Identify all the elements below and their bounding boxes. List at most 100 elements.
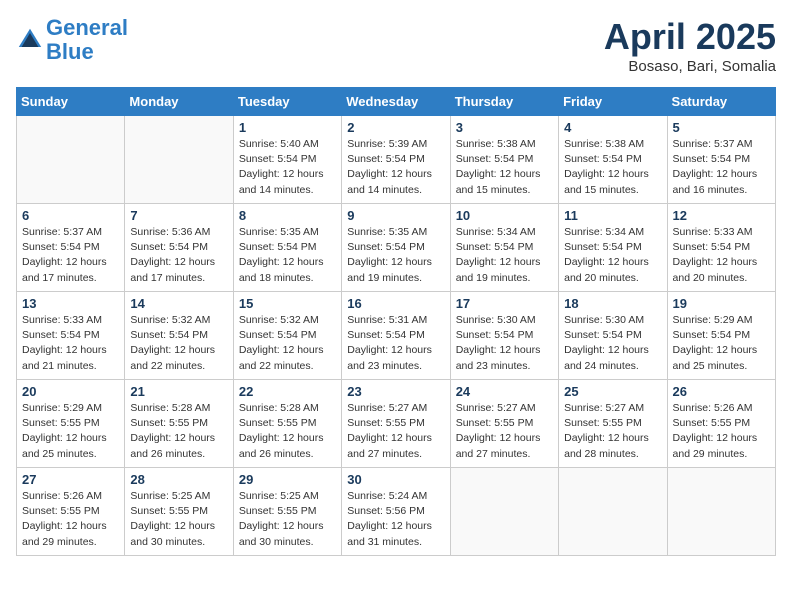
header-sunday: Sunday	[17, 88, 125, 116]
logo-icon	[16, 26, 44, 54]
calendar-week-1: 1 Sunrise: 5:40 AM Sunset: 5:54 PM Daylig…	[17, 116, 776, 204]
day-number: 22	[239, 384, 336, 399]
day-info: Sunrise: 5:40 AM Sunset: 5:54 PM Dayligh…	[239, 137, 336, 198]
day-number: 14	[130, 296, 227, 311]
header-thursday: Thursday	[450, 88, 558, 116]
day-number: 26	[673, 384, 770, 399]
day-number: 4	[564, 120, 661, 135]
day-number: 21	[130, 384, 227, 399]
day-info: Sunrise: 5:34 AM Sunset: 5:54 PM Dayligh…	[456, 225, 553, 286]
calendar-cell: 12 Sunrise: 5:33 AM Sunset: 5:54 PM Dayli…	[667, 204, 775, 292]
day-info: Sunrise: 5:27 AM Sunset: 5:55 PM Dayligh…	[347, 401, 444, 462]
calendar-cell	[450, 468, 558, 556]
day-info: Sunrise: 5:27 AM Sunset: 5:55 PM Dayligh…	[564, 401, 661, 462]
day-info: Sunrise: 5:38 AM Sunset: 5:54 PM Dayligh…	[564, 137, 661, 198]
day-info: Sunrise: 5:32 AM Sunset: 5:54 PM Dayligh…	[130, 313, 227, 374]
day-number: 24	[456, 384, 553, 399]
day-info: Sunrise: 5:36 AM Sunset: 5:54 PM Dayligh…	[130, 225, 227, 286]
day-info: Sunrise: 5:28 AM Sunset: 5:55 PM Dayligh…	[239, 401, 336, 462]
day-number: 5	[673, 120, 770, 135]
day-info: Sunrise: 5:37 AM Sunset: 5:54 PM Dayligh…	[22, 225, 119, 286]
header-tuesday: Tuesday	[233, 88, 341, 116]
day-info: Sunrise: 5:31 AM Sunset: 5:54 PM Dayligh…	[347, 313, 444, 374]
header-saturday: Saturday	[667, 88, 775, 116]
day-info: Sunrise: 5:38 AM Sunset: 5:54 PM Dayligh…	[456, 137, 553, 198]
header-wednesday: Wednesday	[342, 88, 450, 116]
calendar-week-5: 27 Sunrise: 5:26 AM Sunset: 5:55 PM Dayli…	[17, 468, 776, 556]
calendar-cell: 5 Sunrise: 5:37 AM Sunset: 5:54 PM Daylig…	[667, 116, 775, 204]
day-number: 19	[673, 296, 770, 311]
calendar-cell: 27 Sunrise: 5:26 AM Sunset: 5:55 PM Dayli…	[17, 468, 125, 556]
calendar-cell: 28 Sunrise: 5:25 AM Sunset: 5:55 PM Dayli…	[125, 468, 233, 556]
calendar-cell: 20 Sunrise: 5:29 AM Sunset: 5:55 PM Dayli…	[17, 380, 125, 468]
calendar-week-2: 6 Sunrise: 5:37 AM Sunset: 5:54 PM Daylig…	[17, 204, 776, 292]
calendar-header-row: SundayMondayTuesdayWednesdayThursdayFrid…	[17, 88, 776, 116]
calendar-cell: 2 Sunrise: 5:39 AM Sunset: 5:54 PM Daylig…	[342, 116, 450, 204]
day-number: 27	[22, 472, 119, 487]
logo: General Blue	[16, 16, 128, 64]
day-info: Sunrise: 5:35 AM Sunset: 5:54 PM Dayligh…	[347, 225, 444, 286]
calendar-cell: 24 Sunrise: 5:27 AM Sunset: 5:55 PM Dayli…	[450, 380, 558, 468]
day-number: 6	[22, 208, 119, 223]
logo-text: General Blue	[46, 16, 128, 64]
day-number: 25	[564, 384, 661, 399]
day-number: 7	[130, 208, 227, 223]
calendar-cell: 22 Sunrise: 5:28 AM Sunset: 5:55 PM Dayli…	[233, 380, 341, 468]
day-info: Sunrise: 5:33 AM Sunset: 5:54 PM Dayligh…	[673, 225, 770, 286]
day-info: Sunrise: 5:37 AM Sunset: 5:54 PM Dayligh…	[673, 137, 770, 198]
calendar-cell: 11 Sunrise: 5:34 AM Sunset: 5:54 PM Dayli…	[559, 204, 667, 292]
calendar-cell	[125, 116, 233, 204]
day-info: Sunrise: 5:29 AM Sunset: 5:55 PM Dayligh…	[22, 401, 119, 462]
day-number: 20	[22, 384, 119, 399]
calendar-cell: 29Sunrise: 5:25 AM Sunset: 5:55 PM Dayli…	[233, 468, 341, 556]
day-number: 29	[239, 472, 336, 487]
calendar-cell: 18 Sunrise: 5:30 AM Sunset: 5:54 PM Dayli…	[559, 292, 667, 380]
day-number: 28	[130, 472, 227, 487]
calendar-cell: 21 Sunrise: 5:28 AM Sunset: 5:55 PM Dayli…	[125, 380, 233, 468]
day-info: Sunrise: 5:27 AM Sunset: 5:55 PM Dayligh…	[456, 401, 553, 462]
day-number: 2	[347, 120, 444, 135]
calendar-week-3: 13Sunrise: 5:33 AM Sunset: 5:54 PM Dayli…	[17, 292, 776, 380]
day-number: 23	[347, 384, 444, 399]
calendar-cell	[17, 116, 125, 204]
calendar-cell: 1 Sunrise: 5:40 AM Sunset: 5:54 PM Daylig…	[233, 116, 341, 204]
day-number: 17	[456, 296, 553, 311]
subtitle: Bosaso, Bari, Somalia	[604, 58, 776, 75]
day-number: 18	[564, 296, 661, 311]
day-number: 16	[347, 296, 444, 311]
calendar-cell: 23 Sunrise: 5:27 AM Sunset: 5:55 PM Dayli…	[342, 380, 450, 468]
day-info: Sunrise: 5:39 AM Sunset: 5:54 PM Dayligh…	[347, 137, 444, 198]
day-number: 13	[22, 296, 119, 311]
calendar-cell: 10 Sunrise: 5:34 AM Sunset: 5:54 PM Dayli…	[450, 204, 558, 292]
calendar-cell: 16 Sunrise: 5:31 AM Sunset: 5:54 PM Dayli…	[342, 292, 450, 380]
day-info: Sunrise: 5:30 AM Sunset: 5:54 PM Dayligh…	[456, 313, 553, 374]
calendar-cell: 4 Sunrise: 5:38 AM Sunset: 5:54 PM Daylig…	[559, 116, 667, 204]
day-info: Sunrise: 5:25 AM Sunset: 5:55 PM Dayligh…	[130, 489, 227, 550]
header-friday: Friday	[559, 88, 667, 116]
calendar-week-4: 20 Sunrise: 5:29 AM Sunset: 5:55 PM Dayli…	[17, 380, 776, 468]
day-number: 1	[239, 120, 336, 135]
day-info: Sunrise: 5:26 AM Sunset: 5:55 PM Dayligh…	[673, 401, 770, 462]
day-info: Sunrise: 5:32 AM Sunset: 5:54 PM Dayligh…	[239, 313, 336, 374]
calendar-cell: 7 Sunrise: 5:36 AM Sunset: 5:54 PM Daylig…	[125, 204, 233, 292]
day-number: 9	[347, 208, 444, 223]
title-block: April 2025 Bosaso, Bari, Somalia	[604, 16, 776, 75]
day-number: 8	[239, 208, 336, 223]
day-number: 10	[456, 208, 553, 223]
header-monday: Monday	[125, 88, 233, 116]
day-number: 11	[564, 208, 661, 223]
calendar-cell: 17 Sunrise: 5:30 AM Sunset: 5:54 PM Dayli…	[450, 292, 558, 380]
calendar-cell	[559, 468, 667, 556]
calendar-cell: 19Sunrise: 5:29 AM Sunset: 5:54 PM Dayli…	[667, 292, 775, 380]
day-info: Sunrise: 5:30 AM Sunset: 5:54 PM Dayligh…	[564, 313, 661, 374]
calendar-cell: 14 Sunrise: 5:32 AM Sunset: 5:54 PM Dayli…	[125, 292, 233, 380]
day-info: Sunrise: 5:26 AM Sunset: 5:55 PM Dayligh…	[22, 489, 119, 550]
calendar-cell	[667, 468, 775, 556]
day-number: 15	[239, 296, 336, 311]
calendar-cell: 26 Sunrise: 5:26 AM Sunset: 5:55 PM Dayli…	[667, 380, 775, 468]
calendar-cell: 25 Sunrise: 5:27 AM Sunset: 5:55 PM Dayli…	[559, 380, 667, 468]
day-number: 12	[673, 208, 770, 223]
page-header: General Blue April 2025 Bosaso, Bari, So…	[16, 16, 776, 75]
day-info: Sunrise: 5:34 AM Sunset: 5:54 PM Dayligh…	[564, 225, 661, 286]
day-info: Sunrise: 5:28 AM Sunset: 5:55 PM Dayligh…	[130, 401, 227, 462]
